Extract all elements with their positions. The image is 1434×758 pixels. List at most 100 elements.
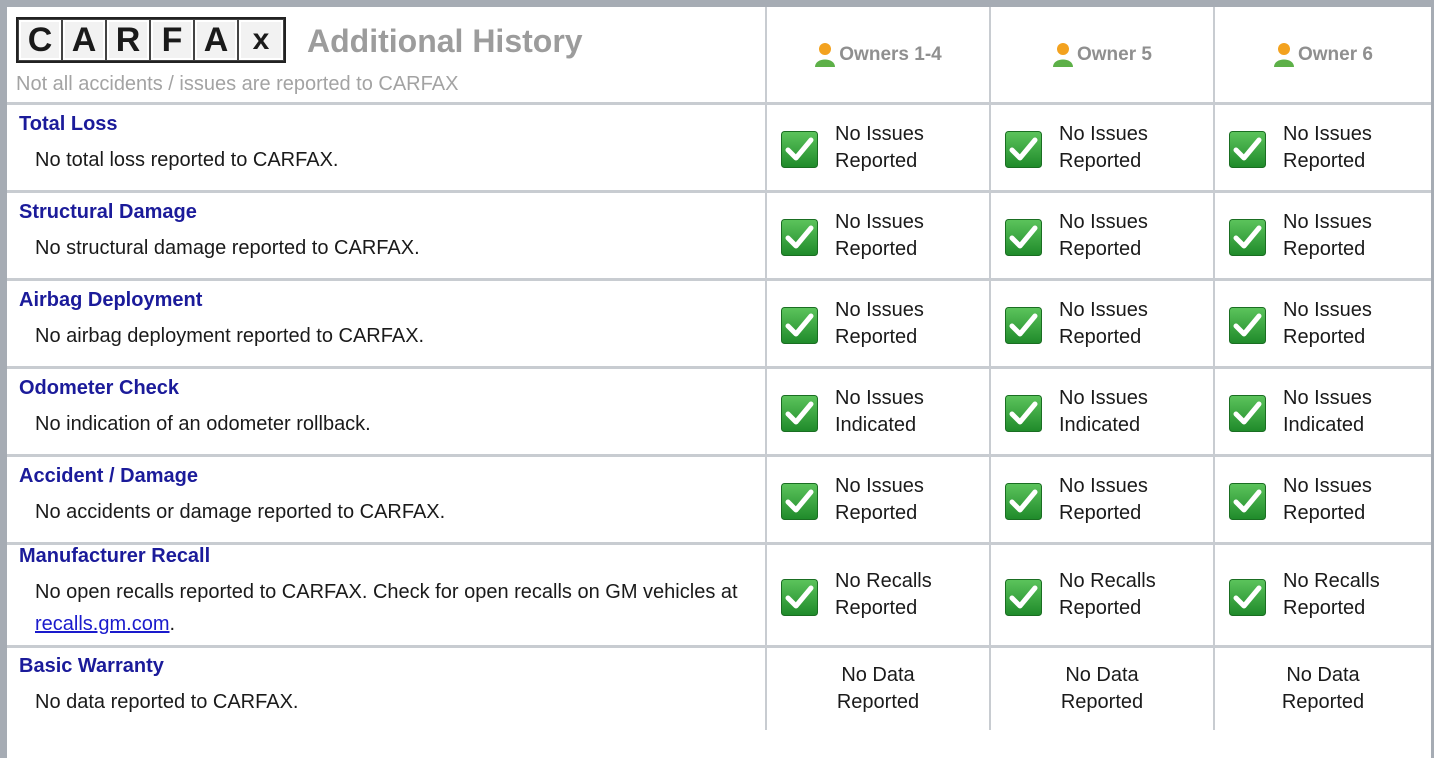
history-item-title: Airbag Deployment [19,289,203,311]
status-line-2: Reported [835,501,918,524]
section-subtitle: Not all accidents / issues are reported … [16,73,459,95]
owner-label: Owner 6 [1298,43,1373,65]
history-item-title: Odometer Check [19,377,180,399]
status-indicator: No Issues Reported [767,209,989,263]
green-check-icon [781,483,818,520]
table-row: Airbag Deployment No airbag deployment re… [7,278,1431,368]
history-item-description: No accidents or damage reported to CARFA… [35,501,446,523]
green-check-icon [1005,307,1042,344]
owner-status-cell: No Issues Reported [989,102,1214,192]
status-line-2: Reported [836,691,920,713]
status-line-1: No Issues [1283,386,1372,409]
green-check-icon [1005,219,1042,256]
status-line-2: Indicated [1059,413,1141,436]
recalls-link[interactable]: recalls.gm.com [35,613,169,635]
history-item-title: Accident / Damage [19,465,198,487]
status-indicator: No Issues Reported [1215,121,1431,175]
history-item-cell: Airbag Deployment No airbag deployment re… [7,278,766,368]
history-rows: Total Loss No total loss reported to CARF… [7,102,1431,730]
status-text: No Issues Reported [1059,297,1148,351]
owner-header-1: Owners 1-4 [765,7,990,104]
status-indicator: No Issues Reported [767,473,989,527]
status-text: No Data Reported [837,662,919,716]
table-row: Manufacturer Recall No open recalls repor… [7,542,1431,647]
history-item-description: No total loss reported to CARFAX. [35,149,339,171]
additional-history-table: C A R F A x Additional History Not all a… [7,7,1431,730]
status-indicator: No Issues Reported [991,473,1213,527]
green-check-icon [1229,131,1266,168]
history-item-cell: Structural Damage No structural damage re… [7,190,766,280]
status-text: No Issues Reported [1283,209,1372,263]
header-brand-cell: C A R F A x Additional History Not all a… [7,7,766,104]
owner-status-cell: No Recalls Reported [765,542,990,647]
history-item-title: Total Loss [19,113,118,135]
history-item-cell: Accident / Damage No accidents or damage … [7,454,766,544]
carfax-logo: C A R F A x [16,17,286,63]
status-indicator: No Issues Indicated [1215,385,1431,439]
green-check-icon [1229,219,1266,256]
table-header-row: C A R F A x Additional History Not all a… [7,7,1431,104]
owner-status-cell: No Issues Reported [1213,278,1431,368]
owner-label: Owners 1-4 [839,43,942,65]
logo-letter: C [18,19,62,61]
table-row: Structural Damage No structural damage re… [7,190,1431,280]
green-check-icon [1005,578,1042,616]
status-line-2: Reported [1060,691,1144,713]
green-check-icon [1005,395,1042,432]
green-check-icon [1005,131,1042,168]
history-item-cell: Total Loss No total loss reported to CARF… [7,102,766,192]
owner-header-3: Owner 6 [1213,7,1431,104]
status-text: No Issues Reported [835,473,924,527]
green-check-icon [781,395,818,432]
status-indicator: No Issues Indicated [991,385,1213,439]
status-line-2: Reported [1059,597,1142,619]
status-line-2: Reported [1283,597,1366,619]
owner-status-cell: No Issues Reported [989,190,1214,280]
status-indicator: No Issues Reported [1215,297,1431,351]
history-item-title: Basic Warranty [19,654,164,677]
green-check-icon [781,578,818,616]
owner-status-cell: No Issues Reported [989,454,1214,544]
owner-header-2: Owner 5 [989,7,1214,104]
status-text: No Issues Indicated [1059,385,1148,439]
owner-status-cell: No Issues Reported [1213,454,1431,544]
status-line-2: Reported [835,237,918,260]
status-indicator: No Issues Reported [991,209,1213,263]
table-row: Accident / Damage No accidents or damage … [7,454,1431,544]
person-icon [1053,42,1073,67]
owner-status-cell: No Data Reported [765,645,990,730]
status-line-2: Reported [1283,501,1366,524]
owner-status-cell: No Issues Reported [765,190,990,280]
additional-history-panel: C A R F A x Additional History Not all a… [0,0,1434,758]
status-line-1: No Issues [835,210,924,233]
status-line-2: Reported [1281,691,1365,713]
status-line-1: No Issues [835,474,924,497]
status-indicator: No Issues Reported [767,121,989,175]
logo-letter: A [62,19,106,61]
history-item-description: No indication of an odometer rollback. [35,413,371,435]
status-indicator: No Recalls Reported [1215,568,1431,622]
green-check-icon [1229,483,1266,520]
green-check-icon [1229,395,1266,432]
status-line-1: No Issues [1283,122,1372,145]
status-indicator: No Issues Reported [767,297,989,351]
owner-status-cell: No Issues Reported [765,102,990,192]
status-indicator: No Recalls Reported [767,568,989,622]
status-line-2: Reported [1283,237,1366,260]
status-line-1: No Data [1065,664,1139,686]
owner-status-cell: No Issues Indicated [765,366,990,456]
owner-status-cell: No Issues Reported [989,278,1214,368]
owner-status-cell: No Data Reported [1213,645,1431,730]
status-indicator: No Data Reported [1215,662,1431,716]
status-indicator: No Data Reported [767,662,989,716]
status-line-1: No Issues [1059,386,1148,409]
status-line-2: Reported [1283,149,1366,172]
status-line-1: No Recalls [835,570,932,592]
owner-status-cell: No Recalls Reported [1213,542,1431,647]
status-text: No Issues Indicated [1283,385,1372,439]
history-item-description: No airbag deployment reported to CARFAX. [35,325,425,347]
status-line-1: No Issues [1283,298,1372,321]
status-indicator: No Issues Indicated [767,385,989,439]
green-check-icon [781,131,818,168]
logo-letter: A [194,19,238,61]
